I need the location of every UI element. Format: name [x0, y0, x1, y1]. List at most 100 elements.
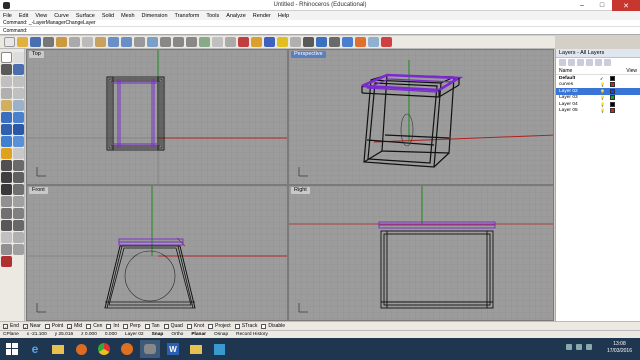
layer-visibility-icon[interactable]: 💡 — [600, 108, 608, 113]
print-icon[interactable] — [43, 37, 54, 47]
material-icon[interactable] — [355, 37, 366, 47]
curve-icon[interactable] — [13, 64, 24, 75]
help-icon[interactable] — [381, 37, 392, 47]
ungroup-icon[interactable] — [13, 232, 24, 243]
viewport-right[interactable]: Right — [288, 185, 554, 321]
split-icon[interactable] — [13, 220, 24, 231]
taskbar-ie[interactable]: e — [25, 340, 45, 358]
column-name[interactable]: Name — [559, 68, 572, 74]
menu-tools[interactable]: Tools — [206, 13, 219, 19]
menu-file[interactable]: File — [3, 13, 12, 19]
polygon-icon[interactable] — [13, 88, 24, 99]
layer-color-swatch[interactable] — [610, 101, 615, 107]
delete-layer-icon[interactable] — [577, 59, 584, 66]
start-button[interactable] — [2, 340, 22, 358]
osnap-tan[interactable]: Tan — [144, 323, 160, 329]
layer-visibility-icon[interactable]: 💡 — [600, 89, 608, 94]
menu-view[interactable]: View — [35, 13, 47, 19]
taskbar-explorer[interactable] — [48, 340, 68, 358]
layer-visibility-icon[interactable]: 💡 — [600, 95, 608, 100]
lock-icon[interactable] — [251, 37, 262, 47]
osnap-project[interactable]: Project — [208, 323, 231, 329]
osnap-quad[interactable]: Quad — [163, 323, 183, 329]
copy-object-icon[interactable] — [13, 172, 24, 183]
zoom-window-icon[interactable] — [173, 37, 184, 47]
status-record-history[interactable]: Record History — [236, 332, 268, 337]
hide-icon[interactable] — [238, 37, 249, 47]
boolean-icon[interactable] — [13, 136, 24, 147]
maximize-icon[interactable]: □ — [592, 0, 612, 11]
join-icon[interactable] — [1, 208, 12, 219]
mesh-icon[interactable] — [1, 148, 12, 159]
rotate-icon[interactable] — [1, 184, 12, 195]
undo-icon[interactable] — [108, 37, 119, 47]
move-down-icon[interactable] — [595, 59, 602, 66]
menu-mesh[interactable]: Mesh — [121, 13, 134, 19]
rectangle-icon[interactable] — [1, 88, 12, 99]
status-cplane[interactable]: CPlane — [3, 332, 19, 337]
osnap-perp[interactable]: Perp — [122, 323, 141, 329]
menu-surface[interactable]: Surface — [76, 13, 95, 19]
light-icon[interactable] — [277, 37, 288, 47]
taskbar-app[interactable] — [209, 340, 229, 358]
osnap-disable[interactable]: Disable — [261, 323, 285, 329]
osnap-strack[interactable]: STrack — [234, 323, 257, 329]
menu-help[interactable]: Help — [278, 13, 289, 19]
save-icon[interactable] — [30, 37, 41, 47]
taskbar-clock[interactable]: 13:08 17/03/2016 — [607, 341, 632, 355]
text-icon[interactable] — [1, 100, 12, 111]
distance-icon[interactable] — [13, 244, 24, 255]
layer-color-swatch[interactable] — [610, 108, 615, 114]
status-snap[interactable]: Snap — [152, 332, 164, 337]
layer-color-swatch[interactable] — [610, 75, 615, 81]
layer-color-swatch[interactable] — [610, 82, 615, 88]
viewport-front[interactable]: Front — [26, 185, 288, 321]
render-icon[interactable] — [342, 37, 353, 47]
network-icon[interactable] — [566, 344, 572, 350]
move-up-icon[interactable] — [586, 59, 593, 66]
filter-icon[interactable] — [604, 59, 611, 66]
extrude-icon[interactable] — [13, 112, 24, 123]
trim-icon[interactable] — [1, 220, 12, 231]
rotate-view-icon[interactable] — [147, 37, 158, 47]
mirror-icon[interactable] — [1, 196, 12, 207]
osnap-int[interactable]: Int — [106, 323, 119, 329]
pan-icon[interactable] — [134, 37, 145, 47]
analyze-icon[interactable] — [1, 244, 12, 255]
status-layer[interactable]: Layer 02 — [125, 332, 144, 337]
properties-icon[interactable] — [290, 37, 301, 47]
zoom-selected-icon[interactable] — [199, 37, 210, 47]
circle-icon[interactable] — [1, 76, 12, 87]
volume-icon[interactable] — [576, 344, 582, 350]
render-teapot-icon[interactable] — [1, 256, 12, 267]
cylinder-icon[interactable] — [1, 136, 12, 147]
layer-color-swatch[interactable] — [610, 95, 615, 101]
explode-icon[interactable] — [13, 208, 24, 219]
command-input[interactable]: Command: — [0, 27, 640, 35]
new-sublayer-icon[interactable] — [568, 59, 575, 66]
viewport-title-front[interactable]: Front — [29, 187, 48, 194]
osnap-cen[interactable]: Cen — [86, 323, 102, 329]
import-icon[interactable] — [56, 37, 67, 47]
osnap-end[interactable]: ✓ End — [3, 323, 19, 330]
menu-render[interactable]: Render — [253, 13, 271, 19]
new-layer-icon[interactable] — [559, 59, 566, 66]
viewport-title-right[interactable]: Right — [291, 187, 310, 194]
array-icon[interactable] — [13, 196, 24, 207]
paste-icon[interactable] — [95, 37, 106, 47]
status-ortho[interactable]: Ortho — [171, 332, 183, 337]
move-icon[interactable] — [1, 172, 12, 183]
layer-row-layer05[interactable]: Layer 05 💡 — [556, 108, 640, 115]
flag-icon[interactable] — [586, 344, 592, 350]
viewport-title-perspective[interactable]: Perspective — [291, 51, 326, 58]
close-icon[interactable]: ✕ — [612, 0, 640, 11]
menu-analyze[interactable]: Analyze — [226, 13, 246, 19]
four-viewports-icon[interactable] — [212, 37, 223, 47]
cut-icon[interactable] — [69, 37, 80, 47]
sphere-icon[interactable] — [13, 124, 24, 135]
menu-curve[interactable]: Curve — [54, 13, 69, 19]
taskbar-firefox[interactable] — [117, 340, 137, 358]
menu-dimension[interactable]: Dimension — [142, 13, 168, 19]
layer-check-icon[interactable]: ✓ — [600, 76, 608, 81]
layer-visibility-icon[interactable]: 💡 — [600, 102, 608, 107]
